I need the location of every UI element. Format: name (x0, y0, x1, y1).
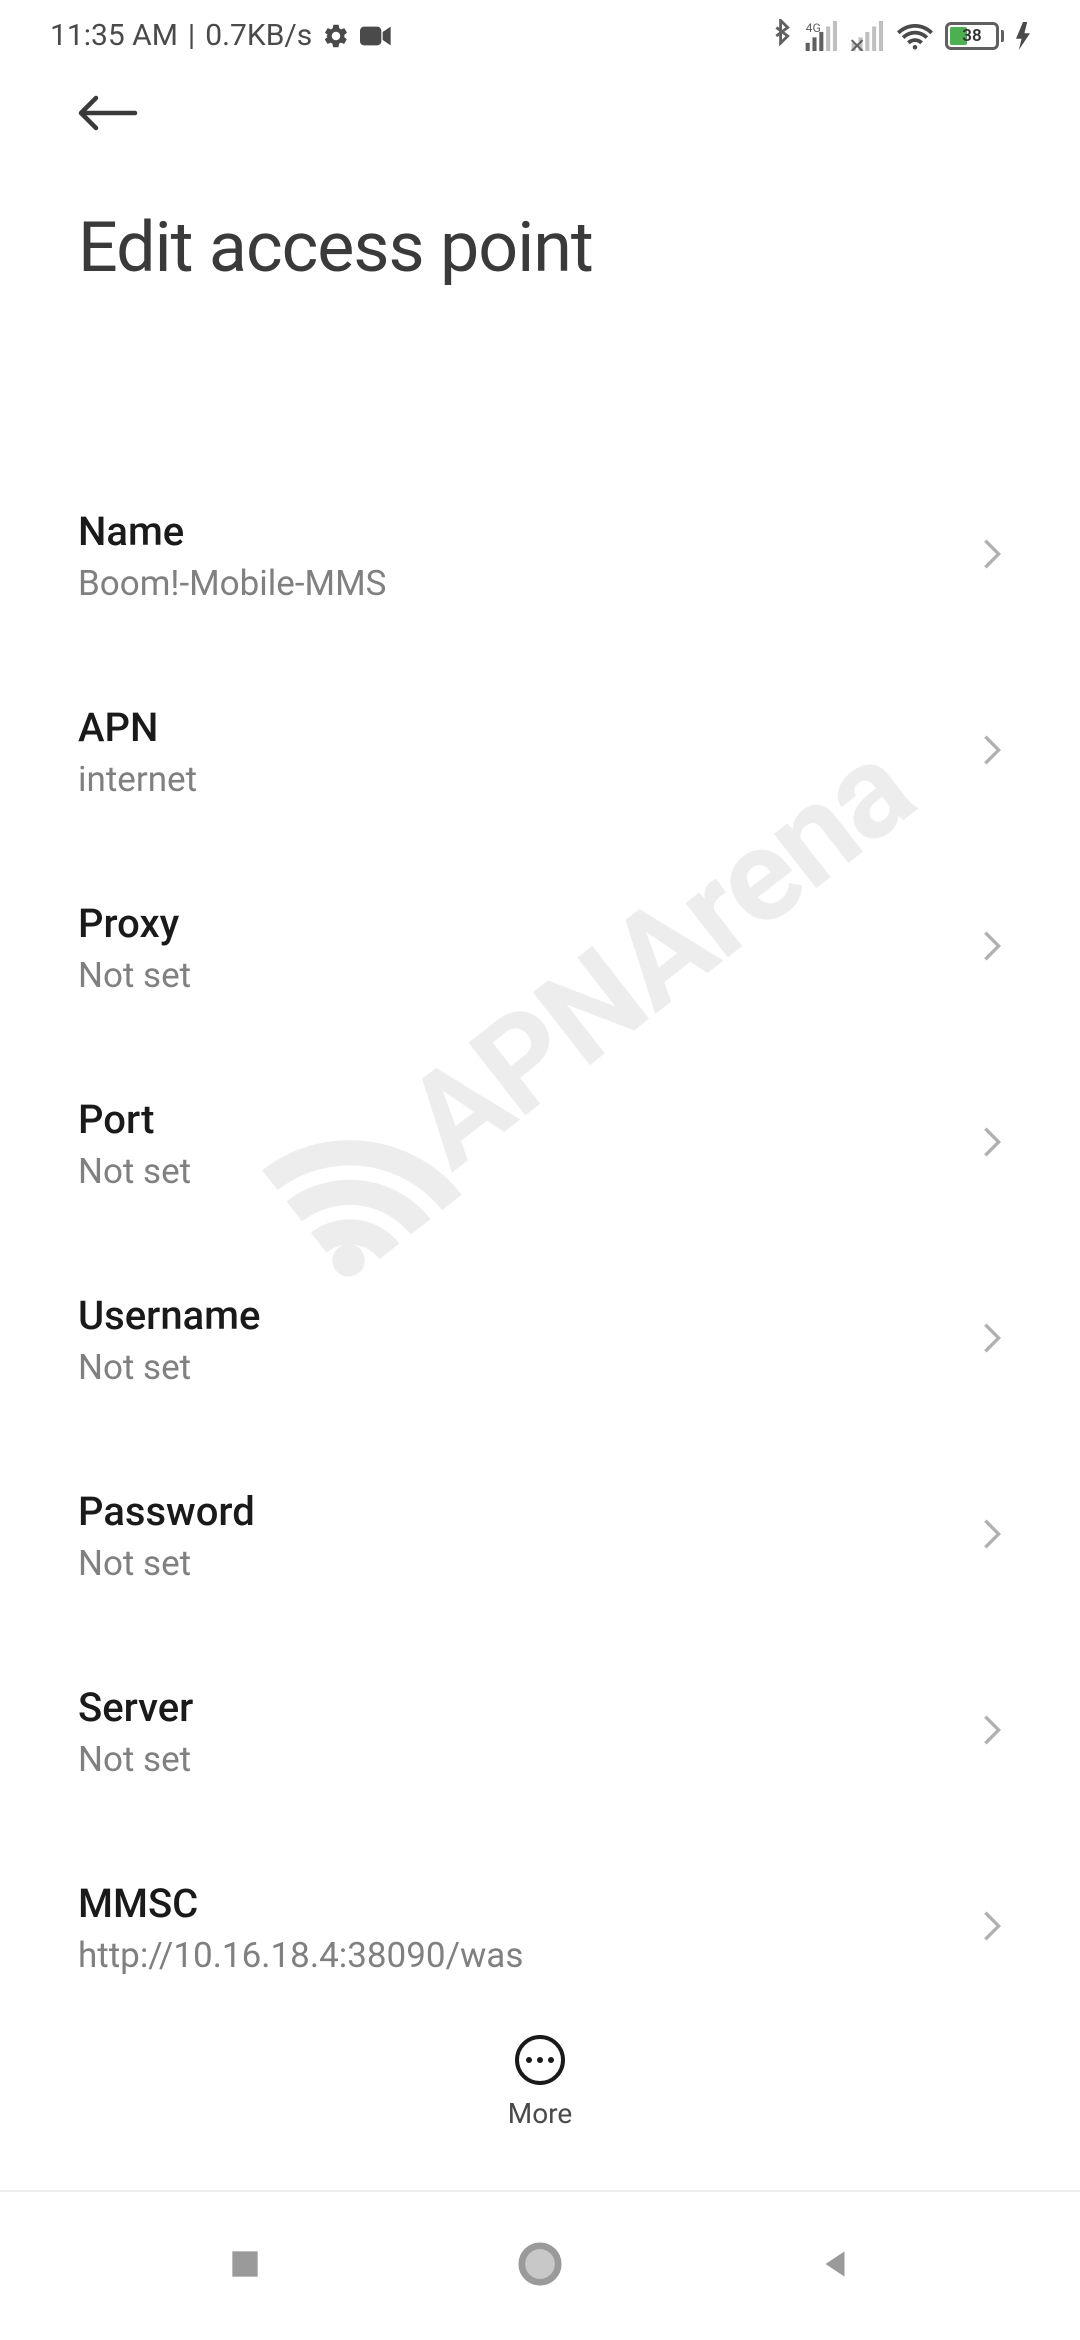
list-item-label: MMSC (78, 1880, 982, 1927)
list-item-value: internet (78, 759, 982, 800)
status-divider: | (188, 18, 195, 53)
chevron-right-icon (982, 929, 1002, 967)
nav-recents-button[interactable] (226, 2245, 264, 2287)
camera-icon (360, 24, 392, 48)
list-item-name[interactable]: Name Boom!-Mobile-MMS (78, 460, 1002, 656)
list-item-server[interactable]: Server Not set (78, 1636, 1002, 1832)
list-item-label: APN (78, 704, 982, 751)
status-netspeed: 0.7KB/s (205, 18, 312, 53)
list-item-label: Username (78, 1292, 982, 1339)
arrow-left-icon (78, 93, 138, 133)
list-item-proxy[interactable]: Proxy Not set (78, 852, 1002, 1048)
list-item-value: http://10.16.18.4:38090/was (78, 1935, 982, 1976)
nav-bar (0, 2190, 1080, 2340)
status-time: 11:35 AM (50, 18, 178, 53)
gear-icon (322, 22, 350, 50)
chevron-right-icon (982, 1909, 1002, 1947)
list-item-value: Not set (78, 1151, 982, 1192)
list-item-port[interactable]: Port Not set (78, 1048, 1002, 1244)
more-button[interactable]: More (0, 2035, 1080, 2130)
status-right: 4G 38 (771, 19, 1030, 53)
chevron-right-icon (982, 1517, 1002, 1555)
wifi-icon (897, 22, 933, 50)
list-item-password[interactable]: Password Not set (78, 1440, 1002, 1636)
list-item-label: Proxy (78, 900, 982, 947)
more-icon (515, 2035, 565, 2085)
more-label: More (508, 2097, 573, 2130)
nav-back-button[interactable] (816, 2245, 854, 2287)
list-item-label: Name (78, 508, 982, 555)
nav-home-button[interactable] (517, 2241, 563, 2291)
chevron-right-icon (982, 733, 1002, 771)
svg-text:4G: 4G (806, 21, 821, 35)
settings-list: Name Boom!-Mobile-MMS APN internet Proxy… (0, 460, 1080, 2000)
charging-icon (1016, 22, 1030, 50)
bluetooth-icon (771, 19, 793, 53)
page-title: Edit access point (0, 137, 1080, 339)
status-bar: 11:35 AM | 0.7KB/s 4G 38 (0, 0, 1080, 63)
list-item-value: Not set (78, 1543, 982, 1584)
list-item-value: Not set (78, 1347, 982, 1388)
status-left: 11:35 AM | 0.7KB/s (50, 18, 392, 53)
list-item-value: Not set (78, 1739, 982, 1780)
signal-nosim-icon (851, 21, 885, 51)
battery-icon: 38 (945, 22, 1004, 50)
chevron-right-icon (982, 1321, 1002, 1359)
list-item-label: Port (78, 1096, 982, 1143)
chevron-right-icon (982, 1713, 1002, 1751)
list-item-username[interactable]: Username Not set (78, 1244, 1002, 1440)
back-button[interactable] (0, 63, 1080, 137)
list-item-value: Boom!-Mobile-MMS (78, 563, 982, 604)
list-item-label: Server (78, 1684, 982, 1731)
signal-4g-icon: 4G (805, 21, 839, 51)
list-item-apn[interactable]: APN internet (78, 656, 1002, 852)
list-item-label: Password (78, 1488, 982, 1535)
list-item-value: Not set (78, 955, 982, 996)
list-item-mmsc[interactable]: MMSC http://10.16.18.4:38090/was (78, 1832, 1002, 2000)
chevron-right-icon (982, 537, 1002, 575)
chevron-right-icon (982, 1125, 1002, 1163)
